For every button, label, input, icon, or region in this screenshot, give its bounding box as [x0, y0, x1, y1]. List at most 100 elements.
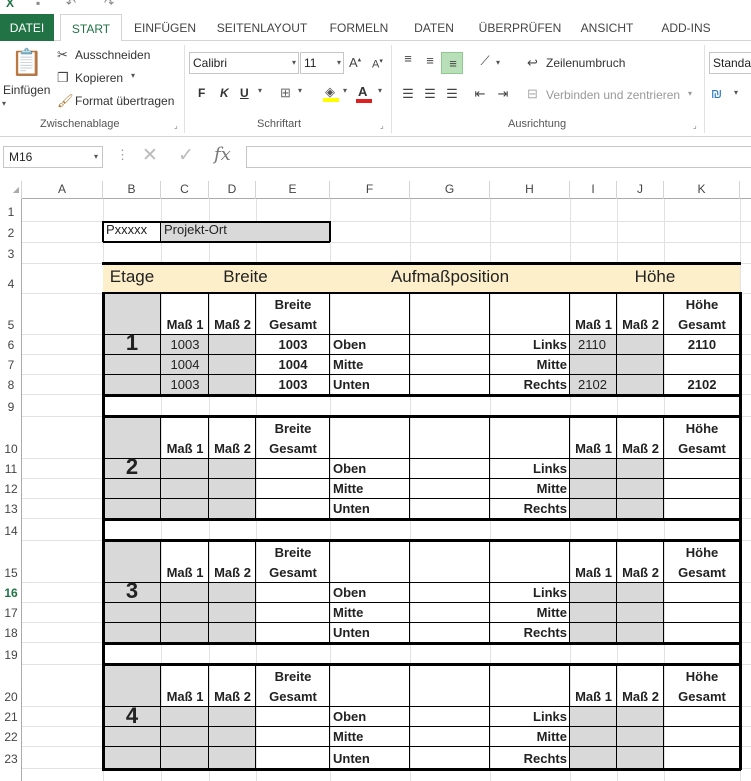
worksheet-grid[interactable]: Pxxxxx Projekt-Ort Etage Breite Aufmaßpositi… [22, 199, 751, 781]
format-painter-button[interactable]: Format übertragen [75, 94, 174, 108]
row-header-23[interactable]: 23 [0, 746, 22, 768]
align-center-icon[interactable]: ☰ [421, 86, 439, 102]
cut-button[interactable]: Ausschneiden [75, 48, 150, 62]
row-header-12[interactable]: 12 [0, 478, 22, 498]
cell-mass1 [161, 478, 209, 498]
redo-icon[interactable]: ↷ [104, 0, 114, 10]
merge-center-button[interactable]: Verbinden und zentrieren [546, 88, 680, 102]
row-header-7[interactable]: 7 [0, 354, 22, 374]
column-header-b[interactable]: B [103, 181, 161, 199]
column-header-f[interactable]: F [330, 181, 410, 199]
bold-button[interactable]: F [198, 86, 205, 100]
increase-indent-icon[interactable]: ⇥ [494, 86, 512, 102]
undo-icon[interactable]: ↶ [66, 0, 76, 10]
wrap-text-button[interactable]: Zeilenumbruch [546, 56, 625, 70]
tab-datei[interactable]: DATEI [0, 14, 54, 41]
italic-button[interactable]: K [220, 86, 229, 100]
row-header-21[interactable]: 21 [0, 706, 22, 726]
font-grow-icon[interactable]: A▴ [349, 55, 361, 70]
align-right-icon[interactable]: ☰ [443, 86, 461, 102]
tab-einfügen[interactable]: EINFÜGEN [128, 14, 202, 41]
floor-label-2-text: 2 [125, 453, 139, 479]
currency-format-icon[interactable]: ₪ [711, 86, 722, 101]
orientation-icon[interactable]: ⟋ [476, 53, 494, 69]
align-top-icon[interactable]: ≡ [399, 51, 417, 66]
row-header-11[interactable]: 11 [0, 458, 22, 478]
font-color-dropdown-icon[interactable]: ▾ [378, 86, 382, 95]
subheader-mass2-text: Maß 2 [622, 316, 659, 332]
column-header-g[interactable]: G [410, 181, 490, 199]
tab-überprüfen[interactable]: ÜBERPRÜFEN [474, 14, 566, 41]
name-box[interactable]: M16 ▾ [3, 146, 103, 168]
font-launcher-icon[interactable]: ⌟ [380, 121, 384, 130]
row-header-6[interactable]: 6 [0, 334, 22, 354]
tab-ansicht[interactable]: ANSICHT [572, 14, 642, 41]
paste-button[interactable]: Einfügen [3, 83, 50, 97]
tab-formeln[interactable]: FORMELN [320, 14, 398, 41]
decrease-indent-icon[interactable]: ⇤ [471, 86, 489, 102]
column-header-e[interactable]: E [256, 181, 330, 199]
font-color-button[interactable]: A [356, 84, 372, 103]
subheader-mass1-text: Maß 1 [575, 688, 612, 704]
paste-dropdown-icon[interactable]: ▾ [2, 99, 6, 108]
tab-seitenlayout[interactable]: SEITENLAYOUT [212, 14, 312, 41]
cell-hoehe-mass2 [617, 334, 664, 354]
cell-border [102, 394, 741, 397]
underline-button[interactable]: U [240, 86, 249, 100]
row-header-14[interactable]: 14 [0, 518, 22, 540]
row-header-2[interactable]: 2 [0, 221, 22, 242]
row-header-10[interactable]: 10 [0, 416, 22, 458]
row-header-13[interactable]: 13 [0, 498, 22, 518]
insert-function-button[interactable]: fx [214, 144, 231, 165]
orientation-dropdown-icon[interactable]: ▾ [496, 58, 500, 67]
font-shrink-icon[interactable]: A▾ [372, 57, 383, 71]
cancel-icon[interactable]: ✕ [142, 144, 158, 167]
row-header-5[interactable]: 5 [0, 293, 22, 334]
underline-dropdown-icon[interactable]: ▾ [258, 86, 262, 95]
row-header-22[interactable]: 22 [0, 726, 22, 746]
column-header-c[interactable]: C [161, 181, 209, 199]
number-format-combo[interactable]: Standar [709, 52, 751, 74]
column-header-i[interactable]: I [570, 181, 617, 199]
align-bottom-button[interactable]: ≡ [441, 52, 463, 74]
row-header-16[interactable]: 16 [0, 582, 22, 602]
row-header-3[interactable]: 3 [0, 242, 22, 263]
merge-dropdown-icon[interactable]: ▾ [688, 89, 692, 98]
copy-dropdown-icon[interactable]: ▾ [131, 71, 135, 80]
column-header-j[interactable]: J [617, 181, 664, 199]
formula-input[interactable] [246, 146, 751, 168]
font-size-combo[interactable]: 11 ▾ [300, 52, 344, 74]
copy-button[interactable]: Kopieren [75, 71, 123, 85]
select-all-button[interactable]: ◢ [0, 181, 22, 199]
row-header-18[interactable]: 18 [0, 622, 22, 642]
paste-icon[interactable]: 📋 [10, 47, 44, 85]
font-name-combo[interactable]: Calibri ▾ [189, 52, 299, 74]
clipboard-launcher-icon[interactable]: ⌟ [174, 121, 178, 130]
border-dropdown-icon[interactable]: ▾ [298, 86, 302, 95]
row-header-15[interactable]: 15 [0, 540, 22, 582]
row-header-4[interactable]: 4 [0, 263, 22, 293]
tab-daten[interactable]: DATEN [406, 14, 462, 41]
align-middle-icon[interactable]: ≡ [421, 53, 439, 68]
save-icon[interactable]: ▪ [36, 0, 40, 10]
row-header-1[interactable]: 1 [0, 199, 22, 221]
row-header-19[interactable]: 19 [0, 642, 22, 664]
column-header-k[interactable]: K [664, 181, 740, 199]
cell-hoehe-mass1 [570, 498, 617, 518]
align-left-icon[interactable]: ☰ [399, 86, 417, 102]
border-icon[interactable]: ⊞ [280, 85, 291, 101]
enter-icon[interactable]: ✓ [178, 144, 194, 167]
column-header-h[interactable]: H [490, 181, 570, 199]
row-header-8[interactable]: 8 [0, 374, 22, 394]
row-header-9[interactable]: 9 [0, 394, 22, 416]
row-header-20[interactable]: 20 [0, 664, 22, 706]
fill-dropdown-icon[interactable]: ▾ [343, 86, 347, 95]
tab-start[interactable]: START [60, 14, 122, 42]
column-header-d[interactable]: D [209, 181, 256, 199]
tab-add-ins[interactable]: ADD-INS [652, 14, 720, 41]
column-header-a[interactable]: A [22, 181, 103, 199]
alignment-launcher-icon[interactable]: ⌟ [693, 121, 697, 130]
row-header-17[interactable]: 17 [0, 602, 22, 622]
currency-dropdown-icon[interactable]: ▾ [734, 88, 738, 97]
fill-color-button[interactable]: ◈ [323, 84, 339, 102]
